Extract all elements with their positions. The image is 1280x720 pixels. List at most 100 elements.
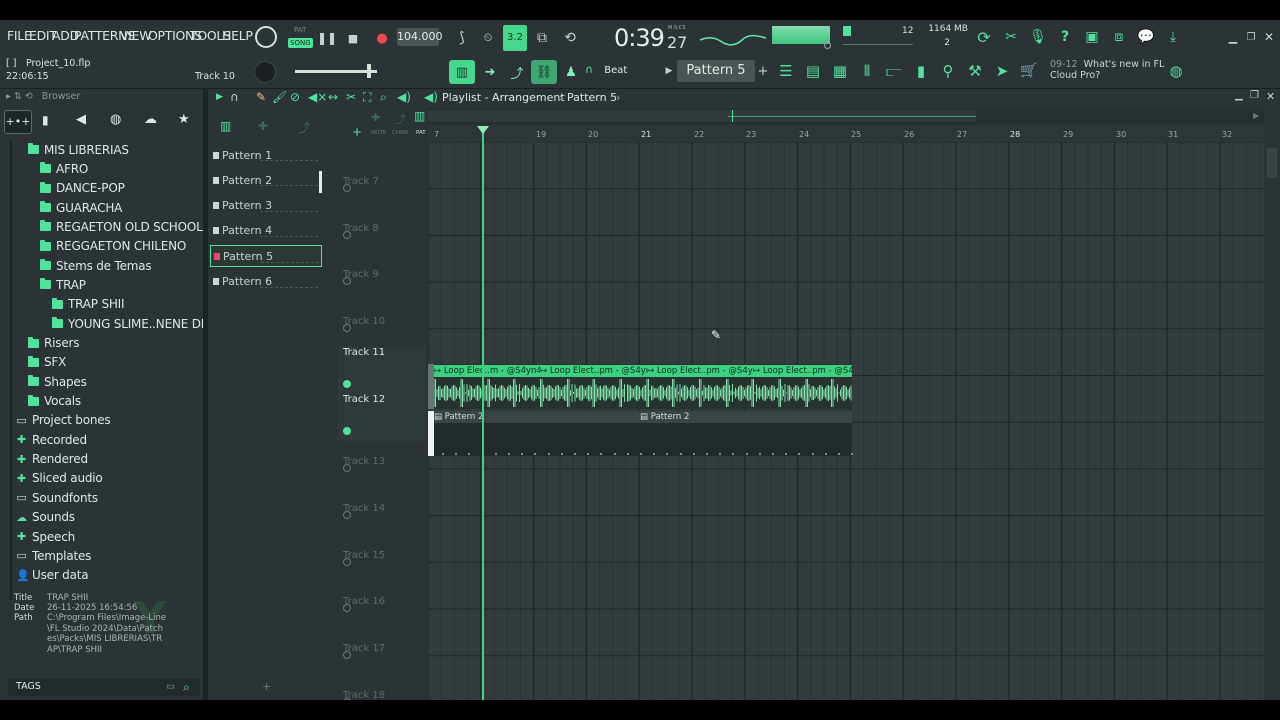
- browser-item[interactable]: TRAP SHII: [52, 295, 125, 314]
- snap-selector[interactable]: ∩ Beat: [585, 63, 655, 81]
- track-header[interactable]: Track 8: [338, 207, 426, 254]
- browser-arrow-icon[interactable]: ▸ ⇅ ⟲: [6, 91, 33, 102]
- snap-display[interactable]: 3.2: [503, 25, 527, 51]
- audio-clip[interactable]: ↦ Loop Elec..m - @S4yn4: [434, 365, 540, 377]
- performance-icon[interactable]: ➤: [991, 60, 1013, 82]
- microphone-icon[interactable]: 🎙: [1027, 26, 1049, 48]
- track-mute-led[interactable]: [343, 379, 351, 388]
- scroll-thumb[interactable]: [1267, 148, 1277, 178]
- arrow-button[interactable]: ➜: [477, 60, 503, 84]
- playlist-icon[interactable]: ☰: [775, 60, 797, 82]
- pat-filter[interactable]: PAT: [416, 130, 426, 136]
- track-header[interactable]: Track 17: [338, 627, 426, 674]
- track-header[interactable]: Track 16: [338, 580, 426, 627]
- slip-icon[interactable]: ↔: [328, 90, 338, 104]
- mute-icon[interactable]: ◀×: [308, 90, 327, 104]
- header-auto-icon[interactable]: ⤴: [395, 111, 406, 127]
- stop-icon[interactable]: ■: [342, 27, 364, 49]
- timeline-overview[interactable]: [428, 108, 1264, 124]
- tempo-display[interactable]: 104.000: [397, 28, 443, 46]
- plugins-tab-icon[interactable]: ◍: [110, 112, 121, 127]
- add-track-icon[interactable]: +: [352, 125, 362, 139]
- chat-icon[interactable]: 💬: [1135, 26, 1157, 48]
- pattern-scroll-thumb[interactable]: [319, 171, 322, 193]
- paint-icon[interactable]: 🖌: [272, 90, 287, 104]
- overview-right-arrow[interactable]: ▶: [1253, 111, 1259, 120]
- time-display[interactable]: 0:39 M:S:CS 27: [612, 24, 690, 54]
- track-mute-led[interactable]: [343, 510, 351, 519]
- browser-item[interactable]: REGAETON OLD SCHOOL: [40, 217, 203, 236]
- favorites-tab-icon[interactable]: ★: [178, 112, 190, 127]
- browser-icon[interactable]: ▮: [910, 60, 932, 82]
- playlist-close-icon[interactable]: ✕: [1266, 90, 1275, 103]
- cloud-tab-icon[interactable]: ☁: [144, 112, 157, 127]
- track-mute-led[interactable]: [343, 464, 351, 473]
- track-mute-led[interactable]: [343, 277, 351, 286]
- browser-item[interactable]: REGGAETON CHILENO: [40, 237, 186, 256]
- tags-bar[interactable]: TAGS ▭ ⌕: [8, 678, 200, 696]
- routing-icon[interactable]: ⫍: [883, 60, 905, 82]
- vertical-scrollbar[interactable]: [1264, 142, 1280, 700]
- note-filter[interactable]: NOTE: [371, 130, 386, 136]
- all-tab[interactable]: +•+: [4, 110, 32, 134]
- picker-pattern-icon[interactable]: ▥: [220, 119, 231, 133]
- export-icon[interactable]: ⤓: [1162, 26, 1184, 48]
- close-icon[interactable]: ✕: [1258, 26, 1280, 48]
- browser-item[interactable]: 👤 User data: [16, 566, 89, 585]
- browser-item[interactable]: DANCE-POP: [40, 179, 125, 198]
- browser-item[interactable]: Stems de Temas: [40, 256, 152, 275]
- select-icon[interactable]: ⛶: [363, 90, 371, 105]
- browser-item[interactable]: TRAP: [40, 275, 86, 294]
- magnet-icon[interactable]: ∩: [230, 90, 239, 104]
- browser-item[interactable]: ☁ Sounds: [16, 508, 75, 527]
- playlist-restore-icon[interactable]: ❐: [1250, 90, 1259, 101]
- browser-item[interactable]: Risers: [28, 334, 79, 353]
- tools-icon[interactable]: ✂: [1000, 26, 1022, 48]
- track-header[interactable]: Track 12: [338, 393, 426, 441]
- track-header[interactable]: Track 15: [338, 534, 426, 581]
- link-button[interactable]: ⛓: [531, 60, 557, 84]
- files-tab-icon[interactable]: ▮: [42, 113, 49, 127]
- record-icon[interactable]: ●: [371, 27, 393, 49]
- menu-file[interactable]: FILE: [7, 28, 32, 43]
- browser-item[interactable]: ✚ Recorded: [16, 430, 87, 449]
- browser-item[interactable]: ▭ Templates: [16, 546, 91, 565]
- master-pitch-slider[interactable]: [295, 64, 377, 78]
- menu-help[interactable]: HELP: [222, 28, 253, 43]
- mixer-icon[interactable]: ⫴: [856, 60, 878, 82]
- pattern-clip[interactable]: ▤ Pattern 2: [640, 411, 852, 423]
- browser-item[interactable]: ▭ Soundfonts: [16, 488, 98, 507]
- automation-button[interactable]: ⤴: [504, 60, 530, 84]
- track-header[interactable]: Track 7: [338, 160, 426, 207]
- browser-item[interactable]: Vocals: [28, 392, 81, 411]
- track-header[interactable]: Track 9: [338, 253, 426, 300]
- delete-icon[interactable]: ⊘: [290, 90, 300, 104]
- track-header[interactable]: Track 10: [338, 300, 426, 347]
- pattern-item[interactable]: Pattern 3: [210, 195, 322, 217]
- pattern-item[interactable]: Pattern 2: [210, 169, 322, 191]
- playlist-minimize-icon[interactable]: ▁: [1235, 90, 1243, 101]
- touch-keyboard-icon[interactable]: ⚒: [964, 60, 986, 82]
- track-mute-led[interactable]: [343, 184, 351, 192]
- header-audio-icon[interactable]: ✚: [371, 111, 380, 124]
- playlist-speaker-icon[interactable]: ◀): [424, 90, 438, 104]
- pattern-item[interactable]: Pattern 4: [210, 220, 322, 242]
- stamp-button[interactable]: ♟: [558, 60, 584, 84]
- browser-item[interactable]: ▭ Project bones: [16, 411, 110, 430]
- zoom-icon[interactable]: ⌕: [380, 90, 387, 105]
- piano-roll-icon[interactable]: ▦: [829, 60, 851, 82]
- globe-icon[interactable]: ◍: [1165, 60, 1187, 82]
- track-header[interactable]: Track 13: [338, 440, 426, 487]
- piano-roll-button[interactable]: ▥: [449, 60, 475, 84]
- browser-scrollbar[interactable]: [10, 140, 12, 600]
- loop-record-icon[interactable]: ⟲: [559, 27, 581, 49]
- pattern-selector[interactable]: Pattern 5: [677, 60, 755, 82]
- step-edit-icon[interactable]: ⧉: [531, 27, 553, 49]
- track-mute-led[interactable]: [343, 230, 351, 239]
- browser-item[interactable]: GUARACHA: [40, 198, 122, 217]
- menu-view[interactable]: VIEW: [120, 28, 152, 43]
- refresh-icon[interactable]: ⟳: [973, 26, 995, 48]
- chan-filter[interactable]: CHAN: [392, 130, 408, 136]
- pattern-clip[interactable]: ▤ Pattern 2: [434, 411, 640, 423]
- news-panel[interactable]: 09-12 What's new in FL Cloud Pro?: [1050, 59, 1165, 85]
